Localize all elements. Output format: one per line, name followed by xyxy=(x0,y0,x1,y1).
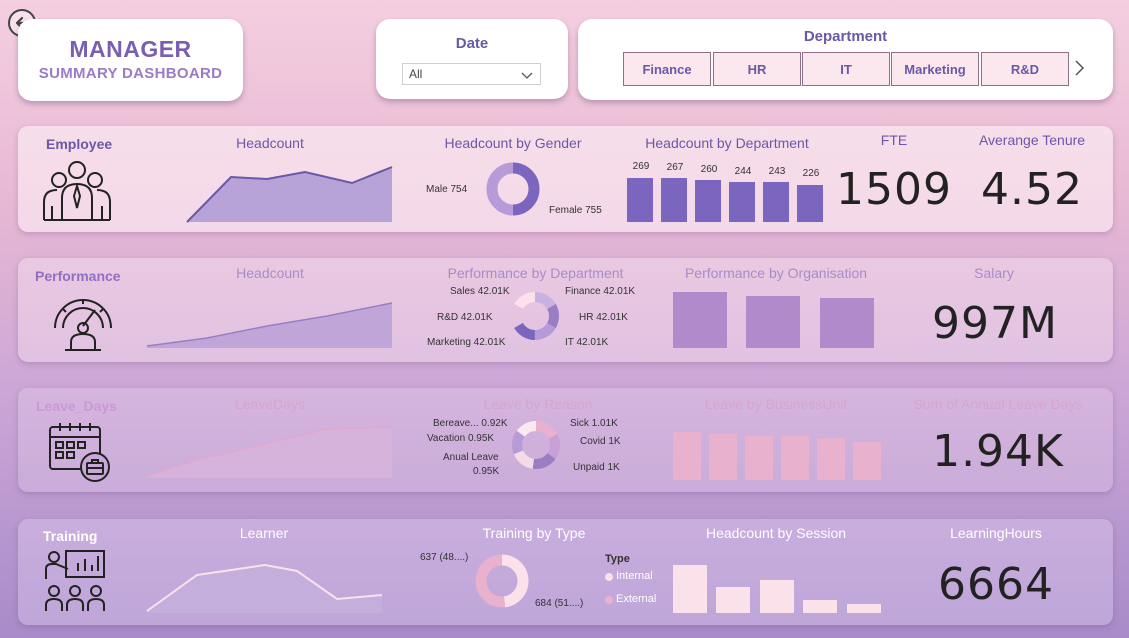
leave-anual-value: 0.95K xyxy=(473,466,500,477)
dept-button-marketing[interactable]: Marketing xyxy=(891,52,979,86)
perf-headcount-title: Headcount xyxy=(236,265,304,281)
legend-dot-internal xyxy=(605,573,613,581)
perf-it-label: IT 42.01K xyxy=(565,337,609,348)
leave-label: Leave_Days xyxy=(36,398,117,414)
dashboard-title-card: MANAGER SUMMARY DASHBOARD xyxy=(18,19,243,101)
perf-headcount-area-chart xyxy=(146,302,393,348)
chevron-down-icon xyxy=(521,72,533,79)
leave-reason-donut-chart xyxy=(512,421,560,469)
gender-donut-chart xyxy=(486,162,540,216)
training-section: Training Learner Training by Type 637 (4… xyxy=(18,519,1113,625)
department-slicer-card: Department Finance HR IT Marketing R&D xyxy=(578,19,1113,100)
training-legend-title: Type xyxy=(605,553,630,565)
gender-title: Headcount by Gender xyxy=(444,135,582,151)
performance-section: Performance Headcount Performance by Dep… xyxy=(18,258,1113,362)
headcount-area-chart xyxy=(186,166,393,223)
learner-title: Learner xyxy=(239,525,289,541)
chevron-right-icon[interactable] xyxy=(1073,59,1085,77)
dept-button-hr[interactable]: HR xyxy=(713,52,801,86)
leave-sick-label: Sick 1.01K xyxy=(570,418,618,429)
dept-bar-label: 269 xyxy=(632,161,650,172)
dept-button-rd[interactable]: R&D xyxy=(981,52,1069,86)
page-subtitle: SUMMARY DASHBOARD xyxy=(38,65,223,82)
session-bar-chart xyxy=(673,565,881,613)
salary-title: Salary xyxy=(974,265,1014,281)
date-label: Date xyxy=(455,35,489,52)
leave-sum-value: 1.94K xyxy=(932,426,1064,477)
leave-bu-bar-chart xyxy=(673,432,881,480)
training-presentation-icon xyxy=(45,550,105,611)
perf-dept-title: Performance by Department xyxy=(447,265,624,281)
training-type-donut-chart xyxy=(475,554,529,608)
dept-button-it[interactable]: IT xyxy=(802,52,890,86)
training-legend-external: External xyxy=(616,593,657,605)
training-legend-internal: Internal xyxy=(616,570,653,582)
date-dropdown-value: All xyxy=(409,67,423,81)
employee-label: Employee xyxy=(46,136,113,152)
perf-dept-donut-chart xyxy=(511,292,559,340)
training-type-title: Training by Type xyxy=(482,525,586,541)
training-internal-value: 637 (48....) xyxy=(420,552,469,563)
learning-hours-value: 6664 xyxy=(938,559,1054,610)
learner-area-chart xyxy=(146,563,383,613)
dept-headcount-title: Headcount by Department xyxy=(645,135,809,151)
dept-bar-label: 260 xyxy=(700,164,718,175)
gender-male-label: Male 754 xyxy=(426,184,468,195)
training-external-value: 684 (51....) xyxy=(535,598,584,609)
leave-sum-title: Sum of Annual Leave Days xyxy=(913,396,1083,412)
performance-label: Performance xyxy=(35,268,121,284)
dept-bar-chart xyxy=(627,178,823,222)
calendar-briefcase-icon xyxy=(49,423,110,482)
tenure-value: 4.52 xyxy=(981,164,1083,215)
employee-section: Employee Headcount Headcount by Gender M… xyxy=(18,126,1113,232)
gender-female-label: Female 755 xyxy=(549,205,602,216)
fte-value: 1509 xyxy=(836,164,952,215)
leave-bu-title: Leave by BusinessUnit xyxy=(704,396,848,412)
dept-button-finance[interactable]: Finance xyxy=(623,52,711,86)
salary-value: 997M xyxy=(932,298,1058,349)
tenure-title: Averange Tenure xyxy=(978,132,1086,148)
leave-unpaid-label: Unpaid 1K xyxy=(573,462,620,473)
perf-sales-label: Sales 42.01K xyxy=(450,286,510,297)
employees-group-icon xyxy=(43,161,111,221)
leave-days-title: LeaveDays xyxy=(234,396,306,412)
leave-vacation-label: Vacation 0.95K xyxy=(427,433,495,444)
leave-anual-label: Anual Leave xyxy=(443,452,499,463)
page-title: MANAGER xyxy=(69,36,192,62)
perf-marketing-label: Marketing 42.01K xyxy=(427,337,506,348)
perf-rd-label: R&D 42.01K xyxy=(437,312,493,323)
perf-org-bar-chart xyxy=(673,292,874,348)
department-label: Department xyxy=(803,28,888,45)
learning-hours-title: LearningHours xyxy=(950,525,1042,541)
leave-section: Leave_Days LeaveDays Leave by Reason Ber… xyxy=(18,388,1113,492)
date-slicer-card: Date All xyxy=(376,19,568,99)
leave-reason-title: Leave by Reason xyxy=(483,396,593,412)
perf-org-title: Performance by Organisation xyxy=(684,265,868,281)
leave-days-area-chart xyxy=(146,426,393,478)
performance-gauge-icon xyxy=(54,299,112,351)
leave-bereave-label: Bereave... 0.92K xyxy=(433,418,508,429)
training-label: Training xyxy=(43,528,98,544)
headcount-title: Headcount xyxy=(236,135,304,151)
session-title: Headcount by Session xyxy=(705,525,847,541)
dept-bar-label: 267 xyxy=(666,162,684,173)
perf-finance-label: Finance 42.01K xyxy=(565,286,636,297)
legend-dot-external xyxy=(605,596,613,604)
fte-title: FTE xyxy=(880,132,908,148)
perf-hr-label: HR 42.01K xyxy=(579,312,628,323)
date-dropdown[interactable]: All xyxy=(402,63,541,85)
leave-covid-label: Covid 1K xyxy=(580,436,621,447)
